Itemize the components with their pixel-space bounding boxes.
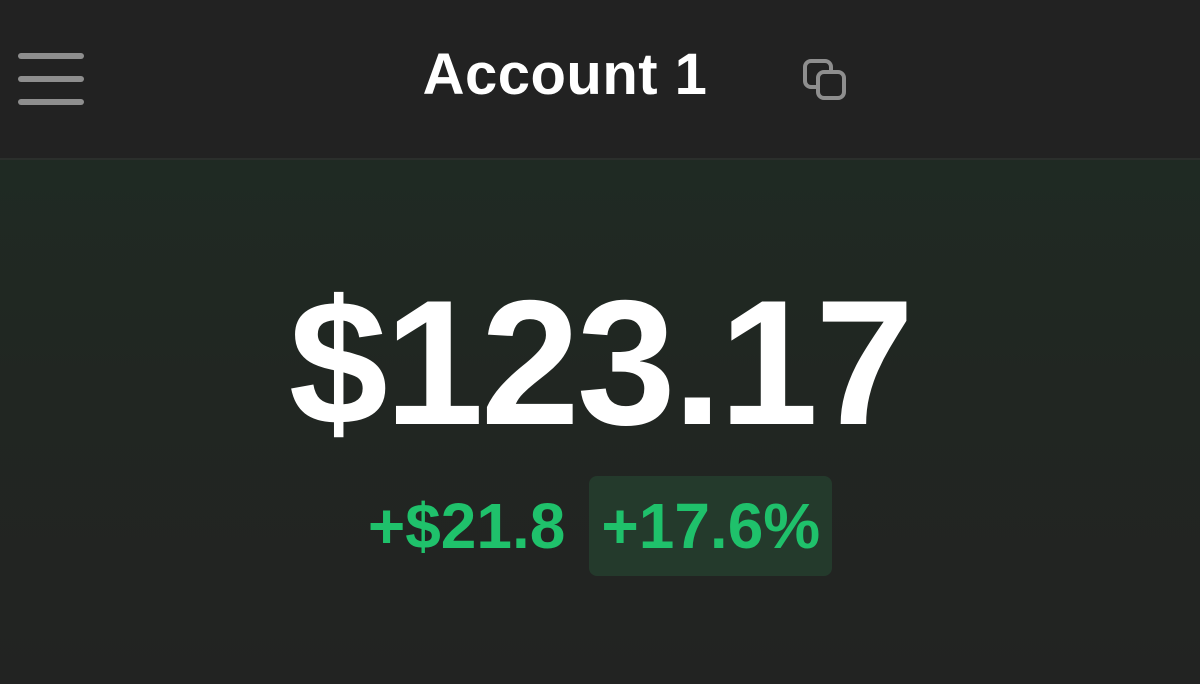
account-balance: $123.17 [288, 263, 914, 462]
app-header: Account 1 [0, 0, 1200, 160]
account-title: Account 1 [422, 42, 708, 107]
change-percent-badge: +17.6% [589, 476, 833, 576]
menu-bar [18, 53, 84, 59]
copy-icon-svg [803, 59, 846, 100]
balance-change-row: +$21.8 +17.6% [0, 476, 1200, 576]
menu-bar [18, 76, 84, 82]
balance-section: $123.17 +$21.8 +17.6% [0, 160, 1200, 684]
change-amount: +$21.8 [367, 490, 566, 562]
copy-icon[interactable] [802, 58, 850, 102]
account-selector[interactable]: Account 1 [300, 40, 830, 110]
menu-bar [18, 99, 84, 105]
hamburger-menu-icon[interactable] [18, 53, 84, 109]
